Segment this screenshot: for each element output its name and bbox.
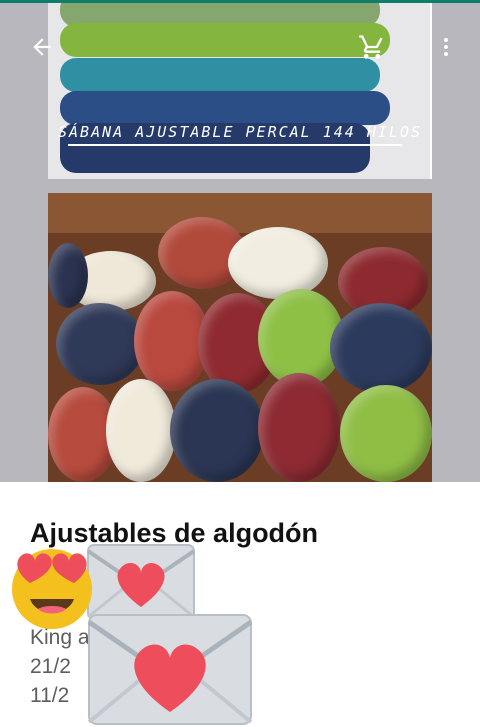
sheet-roll-maroon bbox=[258, 373, 340, 482]
love-letter-icon bbox=[86, 544, 196, 620]
sheet-roll-green bbox=[340, 385, 432, 482]
more-vertical-icon bbox=[444, 38, 448, 56]
sheet-roll-navy bbox=[170, 379, 264, 482]
product-description-line: 21/2 bbox=[30, 655, 71, 678]
back-button[interactable] bbox=[24, 29, 60, 65]
cart-button[interactable] bbox=[354, 29, 390, 65]
arrow-left-icon bbox=[33, 38, 51, 56]
caption-underline bbox=[68, 144, 402, 146]
shopping-cart-icon bbox=[359, 35, 383, 59]
love-letter-icon bbox=[87, 614, 253, 725]
sheet-roll-navy bbox=[48, 243, 88, 308]
sheet-roll-cream bbox=[106, 379, 176, 482]
shelf bbox=[48, 193, 432, 233]
product-description-line: 11/2 bbox=[30, 684, 70, 707]
heart-eyes-emoji-icon bbox=[12, 549, 92, 629]
sheet-roll-cream bbox=[228, 227, 328, 299]
photo-caption: SÁBANA AJUSTABLE PERCAL 144 HILOS bbox=[57, 123, 422, 141]
product-image-gallery[interactable]: SÁBANA AJUSTABLE PERCAL 144 HILOS bbox=[0, 3, 480, 482]
more-options-button[interactable] bbox=[428, 29, 464, 65]
sheet-roll-navy bbox=[330, 303, 432, 393]
sheet-roll-navy bbox=[56, 303, 144, 385]
product-photo-rolled-sheets bbox=[48, 193, 432, 482]
